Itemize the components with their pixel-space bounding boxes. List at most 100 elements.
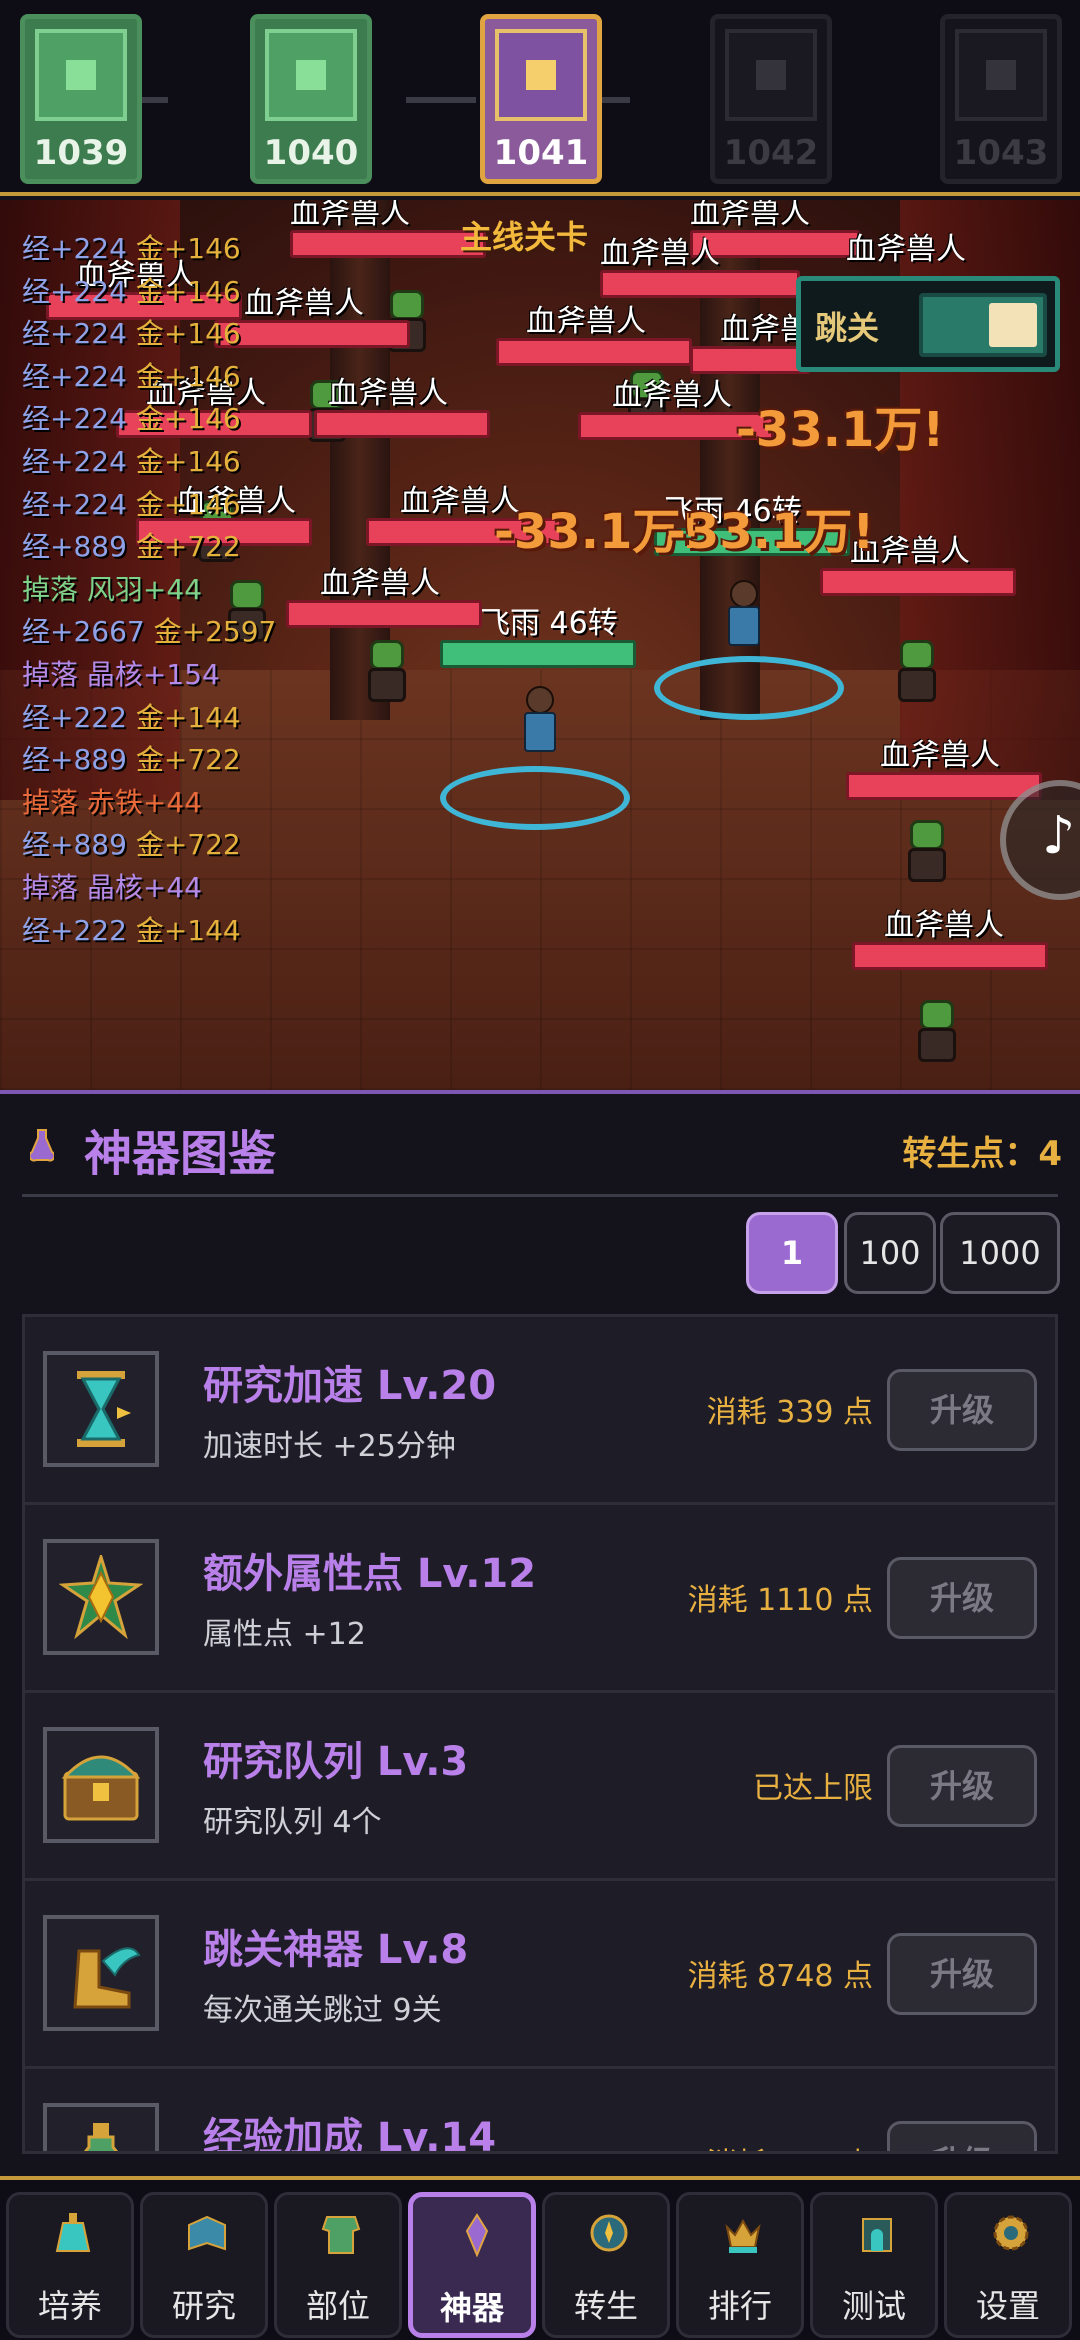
level-node-1039[interactable]: 1039: [20, 14, 142, 184]
hero-hp-bar: [440, 640, 636, 668]
nav-label: 研究: [171, 2287, 236, 2325]
enemy-name: 血斧兽人: [600, 236, 720, 271]
damage-number: -33.1万!: [736, 402, 945, 458]
level-node-1041-current[interactable]: 1041: [480, 14, 602, 184]
panel-header: 神器图鉴 转生点：4: [0, 1094, 1080, 1194]
test-icon: [862, 2218, 892, 2252]
nav-tab-settings[interactable]: 设置: [944, 2192, 1072, 2338]
nav-label: 设置: [975, 2287, 1040, 2325]
loot-log-right: 金+144: [135, 700, 241, 734]
loot-log-line: 掉落 风羽+44: [22, 569, 276, 612]
enemy-name: 血斧兽人: [884, 908, 1004, 943]
nav-tab-artifact[interactable]: 神器: [408, 2192, 536, 2338]
level-node-1040[interactable]: 1040: [250, 14, 372, 184]
loot-log-line: 经+889 金+722: [22, 526, 276, 569]
artifact-name: 研究队列 Lv.3: [203, 1739, 469, 1785]
level-node-1042-locked[interactable]: 1042: [710, 14, 832, 184]
multiplier-1-button[interactable]: 1: [746, 1212, 838, 1294]
upgrade-button[interactable]: 升级: [887, 1557, 1037, 1639]
skip-level-toggle[interactable]: [919, 293, 1047, 357]
loot-log-line: 经+889 金+722: [22, 824, 276, 867]
multiplier-1000-button[interactable]: 1000: [940, 1212, 1060, 1294]
loot-log-line: 经+224 金+146: [22, 313, 276, 356]
loot-log-right: 金+722: [135, 828, 241, 862]
loot-log-line: 经+224 金+146: [22, 228, 276, 271]
artifact-name: 经验加成 Lv.14: [203, 2115, 497, 2154]
loot-log-left: 经+889: [22, 828, 127, 862]
loot-log-right: 晶核+154: [86, 657, 220, 691]
loot-log-line: 经+889 金+722: [22, 739, 276, 782]
loot-log-line: 经+222 金+144: [22, 910, 276, 953]
loot-log-right: 赤铁+44: [86, 785, 203, 819]
battle-scene: 血斧兽人 血斧兽人 血斧兽人 血斧兽人 血斧兽人 血斧兽人 血斧兽人 血斧兽人 …: [0, 200, 1080, 1090]
loot-log-left: 掉落: [22, 785, 79, 819]
research-icon: [188, 2215, 226, 2251]
flask-icon: [30, 1129, 54, 1162]
loot-log-left: 经+224: [22, 317, 127, 351]
loot-log-line: 经+2667 金+2597: [22, 611, 276, 654]
loot-log-line: 掉落 晶核+154: [22, 654, 276, 697]
nav-label: 转生: [573, 2287, 638, 2325]
nav-tab-research[interactable]: 研究: [140, 2192, 268, 2338]
toggle-knob: [989, 303, 1037, 347]
nav-tab-cultivate[interactable]: 培养: [6, 2192, 134, 2338]
enemy-name: 血斧兽人: [320, 566, 440, 601]
upgrade-button[interactable]: 升级: [887, 1745, 1037, 1827]
enemy-name: 血斧兽人: [290, 200, 410, 231]
skip-level-label: 跳关: [815, 309, 880, 347]
nav-tab-parts[interactable]: 部位: [274, 2192, 402, 2338]
loot-log-left: 经+224: [22, 487, 127, 521]
level-number: 1042: [723, 133, 819, 173]
hero-selection-ring: [440, 766, 630, 830]
bottom-nav: 培养 研究 部位 神器 转生 排行 测试 设置: [0, 2176, 1080, 2340]
rebirth-points: 转生点：4: [902, 1134, 1062, 1174]
level-number: 1039: [33, 133, 129, 173]
skip-level-toggle-box: 跳关: [796, 276, 1060, 372]
stage-title: 主线关卡: [460, 218, 589, 256]
nav-label: 培养: [37, 2287, 102, 2325]
level-number: 1041: [493, 133, 589, 173]
nav-tab-test[interactable]: 测试: [810, 2192, 938, 2338]
level-number: 1043: [953, 133, 1049, 173]
nav-label: 神器: [439, 2289, 504, 2327]
loot-log-line: 经+222 金+144: [22, 697, 276, 740]
loot-log-line: 经+224 金+146: [22, 356, 276, 399]
loot-log-right: 金+146: [135, 274, 241, 308]
multiplier-100-button[interactable]: 100: [844, 1212, 936, 1294]
nav-tab-rebirth[interactable]: 转生: [542, 2192, 670, 2338]
enemy-hp-bar: [852, 942, 1048, 970]
enemy-hp-bar: [314, 410, 490, 438]
artifact-item-exp-bonus: 经验加成 Lv.14 消耗 854 点 升级: [25, 2069, 1055, 2154]
loot-log-line: 掉落 晶核+44: [22, 867, 276, 910]
artifact-icon: [465, 2213, 489, 2257]
artifact-item-research-speed: 研究加速 Lv.20 加速时长 +25分钟 消耗 339 点 升级: [25, 1317, 1055, 1505]
hero-name: 飞雨 46转: [480, 606, 618, 641]
nav-tab-ranking[interactable]: 排行: [676, 2192, 804, 2338]
loot-log-left: 经+224: [22, 274, 127, 308]
upgrade-button[interactable]: 升级: [887, 1369, 1037, 1451]
enemy-name: 血斧兽人: [526, 304, 646, 339]
level-node-1043-locked[interactable]: 1043: [940, 14, 1062, 184]
artifact-item-extra-attribute: 额外属性点 Lv.12 属性点 +12 消耗 1110 点 升级: [25, 1505, 1055, 1693]
level-progress-strip: 1039 1040 1041 1042 1043: [0, 0, 1080, 196]
artifact-cost: 消耗 854 点: [707, 2139, 873, 2151]
upgrade-button[interactable]: 升级: [887, 2121, 1037, 2151]
ranking-icon: [725, 2218, 761, 2253]
loot-log-left: 经+224: [22, 444, 127, 478]
enemy-name: 血斧兽人: [846, 232, 966, 267]
loot-log-line: 经+224 金+146: [22, 441, 276, 484]
divider: [22, 1194, 1058, 1197]
loot-log-right: 金+722: [135, 743, 241, 777]
panel-title: 神器图鉴: [84, 1126, 277, 1182]
nav-label: 排行: [707, 2287, 772, 2325]
upgrade-button[interactable]: 升级: [887, 1933, 1037, 2015]
treasure-chest-icon: [43, 1727, 159, 1843]
enemy-hp-bar: [820, 568, 1016, 596]
artifact-desc: 研究队列 4个: [203, 1805, 382, 1840]
loot-log-right: 金+146: [135, 359, 241, 393]
loot-log-right: 金+146: [135, 487, 241, 521]
cultivate-icon: [55, 2213, 91, 2252]
loot-log-right: 金+146: [135, 232, 241, 265]
hero-sprite: [724, 580, 764, 650]
enemy-hp-bar: [290, 230, 486, 258]
